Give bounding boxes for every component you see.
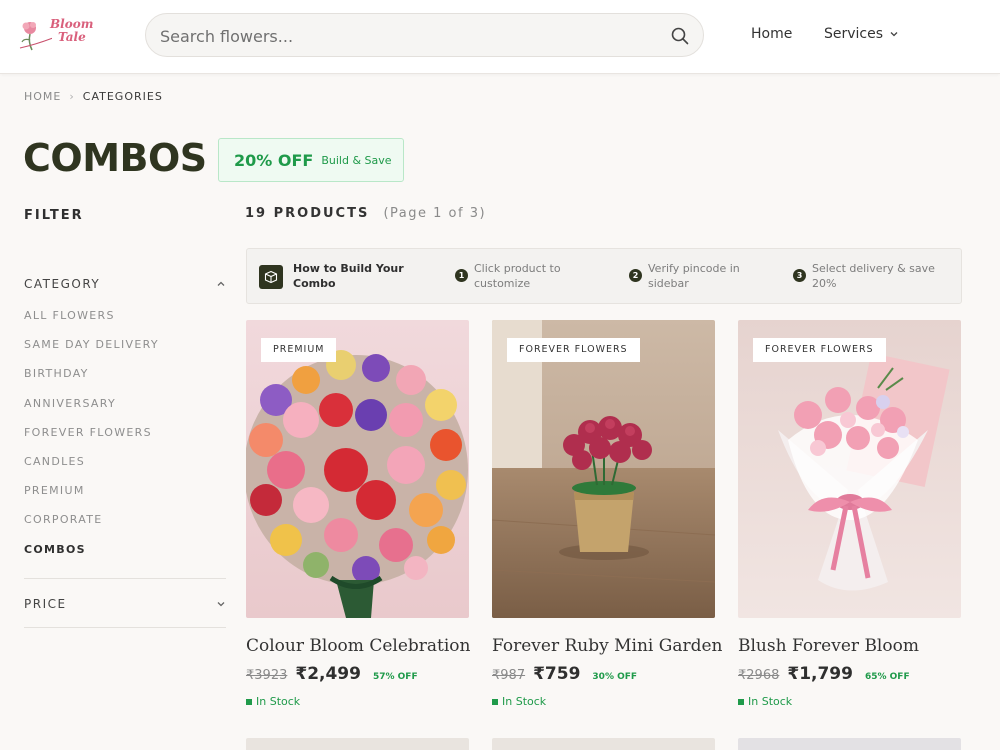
product-tag: FOREVER FLOWERS bbox=[753, 338, 886, 362]
stock-label: In Stock bbox=[502, 695, 547, 708]
stock-indicator-icon bbox=[246, 698, 252, 705]
how-to-build-combo-panel: How to Build Your Combo 1 Click product … bbox=[246, 248, 962, 304]
promo-subtitle: Build & Save bbox=[321, 153, 392, 167]
breadcrumb-current: CATEGORIES bbox=[82, 90, 163, 103]
price-row: ₹3923 ₹2,499 57% OFF bbox=[246, 664, 469, 684]
product-card-peek[interactable] bbox=[492, 738, 715, 750]
original-price: ₹2968 bbox=[738, 668, 780, 683]
product-tag: FOREVER FLOWERS bbox=[507, 338, 640, 362]
product-name[interactable]: Blush Forever Bloom bbox=[738, 636, 961, 656]
logo-line-2: Tale bbox=[58, 30, 86, 44]
product-image[interactable]: FOREVER FLOWERS bbox=[492, 320, 715, 618]
stock-label: In Stock bbox=[256, 695, 301, 708]
product-card-peek[interactable] bbox=[738, 738, 961, 750]
category-filter-toggle[interactable]: CATEGORY bbox=[24, 274, 226, 294]
product-name[interactable]: Colour Bloom Celebration bbox=[246, 636, 470, 656]
stock-label: In Stock bbox=[748, 695, 793, 708]
filter-divider bbox=[24, 627, 226, 628]
product-count-page: (Page 1 of 3) bbox=[383, 206, 487, 221]
discount-badge: 65% OFF bbox=[864, 672, 910, 682]
logo[interactable]: Bloom Tale bbox=[18, 16, 98, 56]
step-text: Verify pincode in sidebar bbox=[648, 262, 740, 290]
stock-status: In Stock bbox=[246, 695, 469, 708]
sale-price: ₹1,799 bbox=[787, 664, 853, 684]
category-filter-label: CATEGORY bbox=[24, 277, 101, 291]
original-price: ₹987 bbox=[492, 668, 526, 683]
discount-badge: 57% OFF bbox=[372, 672, 418, 682]
price-row: ₹2968 ₹1,799 65% OFF bbox=[738, 664, 961, 684]
how-to-step: 2 Verify pincode in sidebar bbox=[629, 261, 778, 291]
step-number: 3 bbox=[793, 269, 806, 282]
chevron-down-icon bbox=[890, 32, 898, 37]
step-text: Click product to customize bbox=[474, 262, 561, 290]
category-item-candles[interactable]: CANDLES bbox=[24, 454, 159, 483]
sale-price: ₹2,499 bbox=[295, 664, 361, 684]
category-item-all-flowers[interactable]: ALL FLOWERS bbox=[24, 308, 159, 337]
stock-indicator-icon bbox=[492, 698, 498, 705]
price-filter-label: PRICE bbox=[24, 597, 67, 611]
breadcrumb-home[interactable]: HOME bbox=[24, 90, 61, 103]
page-title: COMBOS bbox=[23, 136, 207, 180]
category-item-forever-flowers[interactable]: FOREVER FLOWERS bbox=[24, 425, 159, 454]
search-bar bbox=[145, 13, 704, 57]
how-to-step: 1 Click product to customize bbox=[455, 261, 604, 291]
how-to-title: How to Build Your Combo bbox=[293, 262, 404, 290]
search-input[interactable] bbox=[160, 24, 640, 48]
category-list: ALL FLOWERS SAME DAY DELIVERY BIRTHDAY A… bbox=[24, 308, 159, 571]
product-card-peek[interactable] bbox=[246, 738, 469, 750]
original-price: ₹3923 bbox=[246, 668, 288, 683]
step-number: 1 bbox=[455, 269, 468, 282]
price-row: ₹987 ₹759 30% OFF bbox=[492, 664, 715, 684]
nav-services-label: Services bbox=[824, 26, 884, 42]
product-count: 19 PRODUCTS (Page 1 of 3) bbox=[245, 206, 486, 221]
how-to-step: 3 Select delivery & save 20% bbox=[793, 261, 942, 291]
breadcrumb: HOME › CATEGORIES bbox=[24, 90, 163, 103]
filter-title: FILTER bbox=[24, 208, 84, 223]
product-card[interactable]: PREMIUM Colour Bloom Celebration ₹3923 ₹… bbox=[246, 320, 470, 708]
step-text: Select delivery & save 20% bbox=[812, 262, 935, 290]
filter-divider bbox=[24, 578, 226, 579]
stock-indicator-icon bbox=[738, 698, 744, 705]
promo-discount: 20% OFF bbox=[234, 150, 314, 170]
product-card[interactable]: FOREVER FLOWERS Forever Ruby Mini Garden… bbox=[492, 320, 723, 708]
category-item-corporate[interactable]: CORPORATE bbox=[24, 512, 159, 541]
nav-home-link[interactable]: Home bbox=[751, 26, 792, 42]
site-header: Bloom Tale Home Services bbox=[0, 0, 1000, 74]
stock-status: In Stock bbox=[738, 695, 961, 708]
product-image[interactable]: PREMIUM bbox=[246, 320, 469, 618]
box-icon bbox=[259, 265, 283, 289]
product-card[interactable]: FOREVER FLOWERS Blush Forever Bloom ₹296… bbox=[738, 320, 961, 708]
category-item-same-day-delivery[interactable]: SAME DAY DELIVERY bbox=[24, 337, 159, 366]
promo-badge: 20% OFF Build & Save bbox=[218, 138, 404, 182]
nav-services-dropdown[interactable]: Services bbox=[824, 26, 899, 42]
breadcrumb-separator: › bbox=[69, 90, 75, 103]
product-image[interactable]: FOREVER FLOWERS bbox=[738, 320, 961, 618]
step-number: 2 bbox=[629, 269, 642, 282]
rose-logo-icon bbox=[19, 22, 52, 51]
chevron-up-icon bbox=[217, 281, 225, 286]
chevron-down-icon bbox=[217, 602, 225, 607]
category-item-combos[interactable]: COMBOS bbox=[24, 542, 159, 571]
discount-badge: 30% OFF bbox=[592, 672, 638, 682]
category-item-birthday[interactable]: BIRTHDAY bbox=[24, 366, 159, 395]
category-item-anniversary[interactable]: ANNIVERSARY bbox=[24, 396, 159, 425]
product-tag: PREMIUM bbox=[261, 338, 337, 362]
sale-price: ₹759 bbox=[533, 664, 581, 684]
stock-status: In Stock bbox=[492, 695, 715, 708]
product-name[interactable]: Forever Ruby Mini Garden bbox=[492, 636, 723, 656]
logo-wordmark: Bloom Tale bbox=[50, 18, 93, 44]
search-icon[interactable] bbox=[669, 25, 691, 47]
product-count-total: 19 PRODUCTS bbox=[245, 206, 370, 221]
price-filter-toggle[interactable]: PRICE bbox=[24, 594, 226, 614]
category-item-premium[interactable]: PREMIUM bbox=[24, 483, 159, 512]
